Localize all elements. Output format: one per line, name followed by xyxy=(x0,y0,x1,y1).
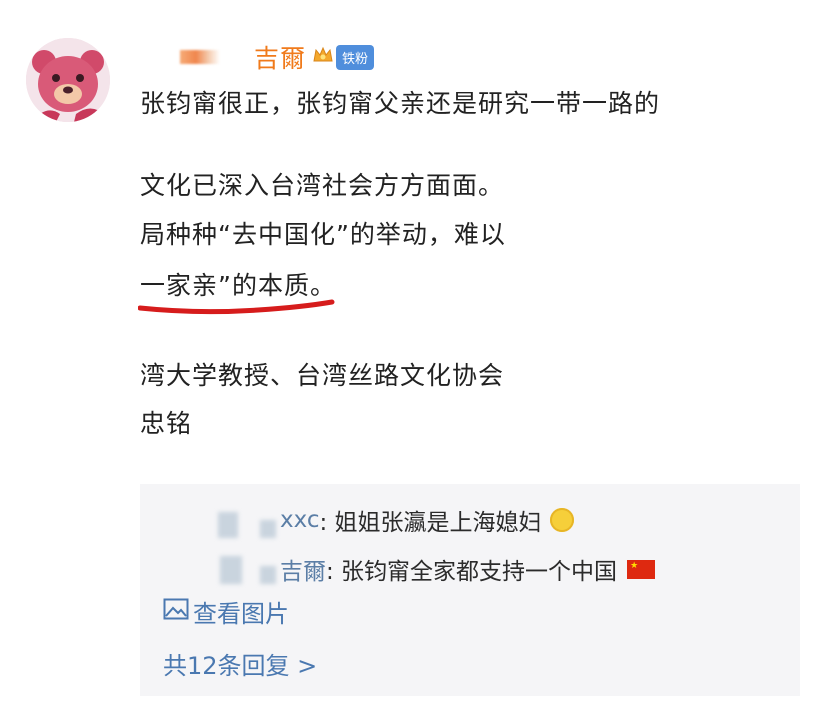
redaction-blur xyxy=(260,520,276,538)
view-images-label: 查看图片 xyxy=(193,600,289,628)
reply-text: : 张钧甯全家都支持一个中国 xyxy=(326,559,618,585)
china-flag-icon xyxy=(627,559,656,579)
reply-author[interactable]: 吉爾 xyxy=(280,552,326,586)
author-name[interactable]: 吉爾 xyxy=(254,39,306,75)
reply-text: : 姐姐张瀛是上海媳妇 xyxy=(319,510,542,536)
post-author[interactable]: 吉爾 铁粉 xyxy=(180,39,375,75)
crown-icon xyxy=(312,44,334,70)
image-icon xyxy=(163,598,189,626)
reply-item[interactable]: xxc : 姐姐张瀛是上海媳妇 xyxy=(280,503,574,537)
post-text-line: 湾大学教授、台湾丝路文化协会 xyxy=(140,361,505,390)
post-text-line: 文化已深入台湾社会方方面面。 xyxy=(140,171,505,200)
fan-badge: 铁粉 xyxy=(336,44,375,70)
post-text-line: 忠铭 xyxy=(140,409,193,438)
view-images-link[interactable]: 查看图片 xyxy=(163,594,289,629)
post-text-line: 局种种“去中国化”的举动，难以 xyxy=(140,220,506,249)
reply-item[interactable]: 吉爾 : 张钧甯全家都支持一个中国 xyxy=(280,552,656,586)
post-text-line: 张钧甯很正，张钧甯父亲还是研究一带一路的 xyxy=(140,89,661,118)
avatar[interactable] xyxy=(26,38,110,122)
redaction-blur xyxy=(218,512,238,538)
name-redaction xyxy=(180,50,220,64)
redaction-blur xyxy=(260,566,276,584)
crop-mask xyxy=(578,150,824,480)
reply-author[interactable]: xxc xyxy=(280,507,319,533)
red-underline xyxy=(138,299,335,315)
reply-count-link[interactable]: 共12条回复 > xyxy=(163,646,317,681)
bear-avatar-icon xyxy=(26,38,110,122)
smile-emoji-icon xyxy=(549,508,574,532)
redaction-blur xyxy=(220,556,242,584)
